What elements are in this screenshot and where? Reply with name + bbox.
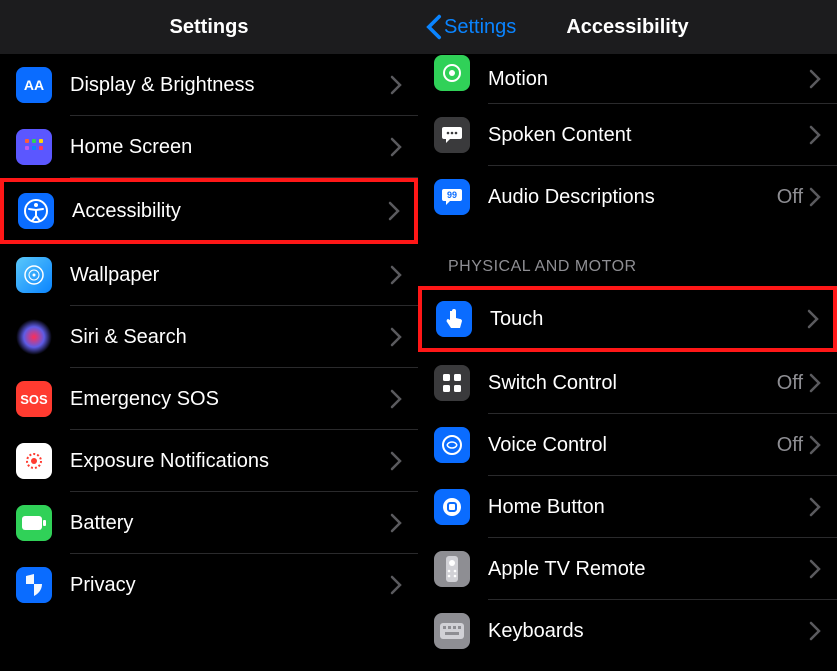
row-label: Exposure Notifications — [52, 450, 390, 473]
wallpaper-icon — [16, 257, 52, 293]
chevron-right-icon — [809, 435, 821, 455]
row-label: Voice Control — [470, 434, 777, 457]
row-label: Touch — [472, 308, 807, 331]
chevron-right-icon — [809, 559, 821, 579]
row-touch[interactable]: Touch — [420, 288, 835, 350]
row-value: Off — [777, 186, 809, 209]
row-label: Audio Descriptions — [470, 186, 777, 209]
row-label: Home Screen — [52, 136, 390, 159]
row-label: Wallpaper — [52, 264, 390, 287]
home-button-icon — [434, 489, 470, 525]
row-motion[interactable]: Motion — [418, 54, 837, 104]
row-label: Privacy — [52, 574, 390, 597]
row-label: Battery — [52, 512, 390, 535]
row-privacy[interactable]: Privacy — [0, 554, 418, 616]
keyboards-icon — [434, 613, 470, 649]
row-siri-search[interactable]: Siri & Search — [0, 306, 418, 368]
display-brightness-icon: AA — [16, 67, 52, 103]
chevron-right-icon — [807, 309, 819, 329]
row-wallpaper[interactable]: Wallpaper — [0, 244, 418, 306]
spoken-content-icon — [434, 117, 470, 153]
row-label: Display & Brightness — [52, 74, 390, 97]
row-apple-tv-remote[interactable]: Apple TV Remote — [418, 538, 837, 600]
row-switch-control[interactable]: Switch Control Off — [418, 352, 837, 414]
accessibility-list-physical: Touch Switch Control Off Voice Control O… — [418, 288, 837, 662]
row-spoken-content[interactable]: Spoken Content — [418, 104, 837, 166]
back-label: Settings — [444, 16, 516, 39]
svg-text:99: 99 — [447, 190, 457, 200]
chevron-right-icon — [390, 75, 402, 95]
row-home-button[interactable]: Home Button — [418, 476, 837, 538]
row-audio-descriptions[interactable]: 99 Audio Descriptions Off — [418, 166, 837, 228]
accessibility-title: Accessibility — [566, 16, 688, 39]
settings-list: AA Display & Brightness Home Screen Acce… — [0, 54, 418, 616]
row-value: Off — [777, 372, 809, 395]
chevron-right-icon — [809, 373, 821, 393]
row-value: Off — [777, 434, 809, 457]
back-button[interactable]: Settings — [426, 0, 516, 54]
row-label: Home Button — [470, 496, 809, 519]
settings-panel: Settings AA Display & Brightness Home Sc… — [0, 0, 418, 671]
chevron-right-icon — [390, 575, 402, 595]
row-emergency-sos[interactable]: SOS Emergency SOS — [0, 368, 418, 430]
row-exposure-notifications[interactable]: Exposure Notifications — [0, 430, 418, 492]
chevron-right-icon — [390, 137, 402, 157]
accessibility-list-top: Motion Spoken Content 99 Audio Descripti… — [418, 54, 837, 228]
chevron-right-icon — [390, 451, 402, 471]
chevron-right-icon — [809, 69, 821, 89]
chevron-right-icon — [809, 125, 821, 145]
row-label: Emergency SOS — [52, 388, 390, 411]
row-voice-control[interactable]: Voice Control Off — [418, 414, 837, 476]
settings-title: Settings — [170, 16, 249, 39]
home-screen-icon — [16, 129, 52, 165]
sos-icon: SOS — [16, 381, 52, 417]
row-label: Siri & Search — [52, 326, 390, 349]
row-display-brightness[interactable]: AA Display & Brightness — [0, 54, 418, 116]
row-label: Switch Control — [470, 372, 777, 395]
chevron-right-icon — [388, 201, 400, 221]
row-keyboards[interactable]: Keyboards — [418, 600, 837, 662]
touch-icon — [436, 301, 472, 337]
privacy-icon — [16, 567, 52, 603]
row-label: Keyboards — [470, 620, 809, 643]
audio-descriptions-icon: 99 — [434, 179, 470, 215]
chevron-left-icon — [426, 14, 442, 40]
chevron-right-icon — [390, 327, 402, 347]
chevron-right-icon — [809, 621, 821, 641]
row-battery[interactable]: Battery — [0, 492, 418, 554]
apple-tv-remote-icon — [434, 551, 470, 587]
row-label: Spoken Content — [470, 124, 809, 147]
row-accessibility[interactable]: Accessibility — [2, 180, 416, 242]
row-home-screen[interactable]: Home Screen — [0, 116, 418, 178]
chevron-right-icon — [390, 513, 402, 533]
chevron-right-icon — [809, 497, 821, 517]
battery-icon — [16, 505, 52, 541]
voice-control-icon — [434, 427, 470, 463]
chevron-right-icon — [390, 265, 402, 285]
accessibility-icon — [18, 193, 54, 229]
chevron-right-icon — [809, 187, 821, 207]
exposure-icon — [16, 443, 52, 479]
switch-control-icon — [434, 365, 470, 401]
chevron-right-icon — [390, 389, 402, 409]
section-physical-motor: PHYSICAL AND MOTOR — [418, 228, 837, 286]
row-label: Motion — [470, 68, 809, 91]
row-label: Apple TV Remote — [470, 558, 809, 581]
accessibility-panel: Settings Accessibility Motion Spoken Con… — [418, 0, 837, 671]
siri-icon — [16, 319, 52, 355]
accessibility-header: Settings Accessibility — [418, 0, 837, 54]
settings-header: Settings — [0, 0, 418, 54]
motion-icon — [434, 55, 470, 91]
row-label: Accessibility — [54, 200, 388, 223]
